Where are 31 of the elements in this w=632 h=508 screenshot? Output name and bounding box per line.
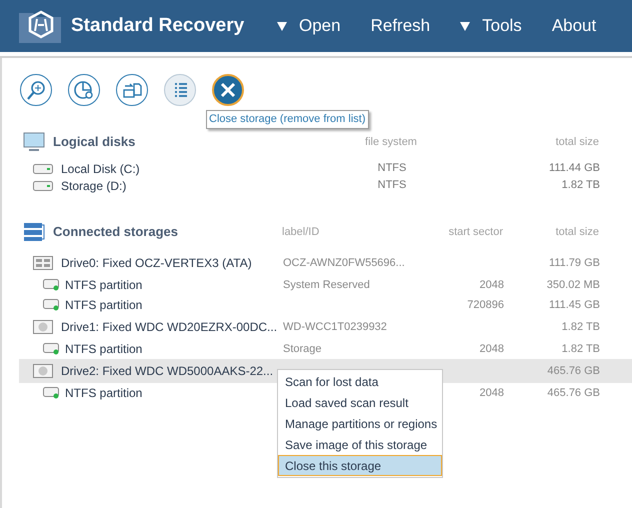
drive-name: Drive0: Fixed OCZ-VERTEX3 (ATA): [61, 255, 252, 272]
total-size: 1.82 TB: [560, 178, 600, 194]
total-size: 465.76 GB: [546, 364, 600, 379]
start-sector: 2048: [478, 278, 504, 293]
label-id: Storage: [283, 342, 323, 357]
drive-name: Drive1: Fixed WDC WD20EZRX-00DC...: [61, 319, 278, 336]
file-system: NTFS: [376, 178, 408, 194]
total-size: 465.76 GB: [546, 386, 600, 401]
total-size: 1.82 TB: [560, 320, 600, 335]
label-id: OCZ-AWNZ0FW55696...: [283, 256, 406, 271]
start-sector: 2048: [478, 386, 504, 401]
file-system: NTFS: [376, 161, 408, 176]
tooltip: Close storage (remove from list): [206, 110, 368, 128]
column-header: file system: [364, 134, 418, 150]
column-header: total size: [554, 224, 599, 240]
column-header: label/ID: [282, 224, 320, 240]
total-size: 350.02 MB: [546, 278, 600, 293]
total-size: 111.44 GB: [548, 161, 600, 176]
section-title: Connected storages: [53, 223, 179, 242]
total-size: 111.45 GB: [548, 298, 600, 313]
section-title: Logical disks: [53, 133, 136, 152]
column-header: start sector: [448, 224, 503, 240]
column-header: total size: [554, 134, 599, 150]
label-id: WD-WCC1T0239932: [283, 320, 388, 335]
total-size: 1.82 TB: [560, 342, 600, 357]
total-size: 111.79 GB: [548, 256, 600, 271]
drive-name: Drive2: Fixed WDC WD5000AAKS-22...: [61, 363, 274, 380]
app-title: Standard Recovery: [71, 14, 246, 38]
start-sector: 720896: [466, 298, 504, 313]
start-sector: 2048: [478, 342, 504, 357]
label-id: System Reserved: [283, 278, 371, 293]
